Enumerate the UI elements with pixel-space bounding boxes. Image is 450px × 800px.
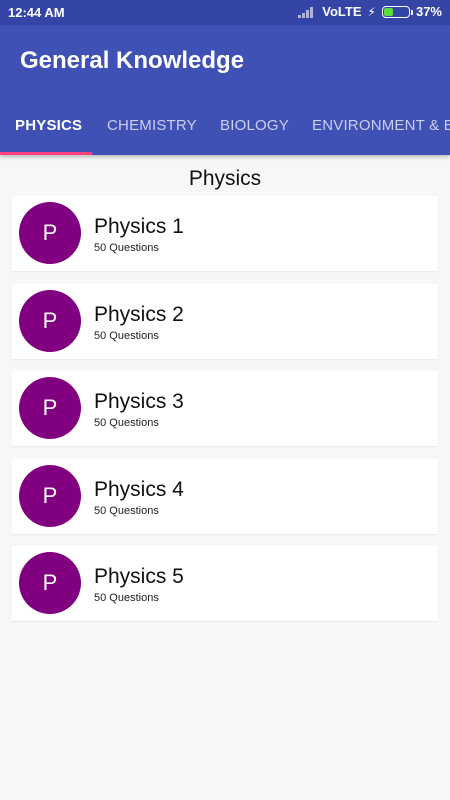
item-title: Physics 4 <box>94 477 184 501</box>
list-item[interactable]: P Physics 1 50 Questions <box>12 196 438 271</box>
avatar: P <box>19 464 81 527</box>
avatar: P <box>19 289 81 352</box>
battery-fill <box>383 7 393 16</box>
tab-bar: PHYSICS CHEMISTRY BIOLOGY ENVIRONMENT & … <box>0 105 450 155</box>
signal-icon <box>298 6 316 18</box>
item-subtitle: 50 Questions <box>94 242 159 254</box>
tab-environment[interactable]: ENVIRONMENT & EC <box>312 117 450 134</box>
item-subtitle: 50 Questions <box>94 592 159 604</box>
tab-physics[interactable]: PHYSICS <box>15 117 82 134</box>
item-subtitle: 50 Questions <box>94 417 159 429</box>
item-title: Physics 5 <box>94 565 184 588</box>
battery-icon <box>381 5 413 18</box>
item-title: Physics 1 <box>94 215 184 238</box>
item-subtitle: 50 Questions <box>94 329 159 342</box>
battery-percent: 37% <box>415 4 442 19</box>
avatar: P <box>19 377 81 439</box>
list-item[interactable]: P Physics 2 50 Questions <box>12 283 438 359</box>
tab-biology[interactable]: BIOLOGY <box>220 117 289 134</box>
list-item[interactable]: P Physics 5 50 Questions <box>12 546 438 621</box>
item-title: Physics 2 <box>94 302 184 326</box>
charging-icon: ⚡ <box>367 4 376 19</box>
tab-chemistry[interactable]: CHEMISTRY <box>107 117 197 134</box>
list-item[interactable]: P Physics 4 50 Questions <box>12 458 438 534</box>
section-title: Physics <box>188 167 262 190</box>
network-label: VoLTE <box>322 4 362 19</box>
avatar: P <box>19 552 81 614</box>
tab-indicator <box>0 152 92 155</box>
item-subtitle: 50 Questions <box>94 504 159 517</box>
status-bar: 12:44 AM VoLTE ⚡ 37% <box>0 0 450 25</box>
list-item[interactable]: P Physics 3 50 Questions <box>12 371 438 446</box>
status-time: 12:44 AM <box>8 5 65 20</box>
app-title: General Knowledge <box>20 47 245 74</box>
avatar: P <box>19 202 81 264</box>
app-bar: General Knowledge PHYSICS CHEMISTRY BIOL… <box>0 25 450 155</box>
item-title: Physics 3 <box>94 390 184 413</box>
quiz-list: P Physics 1 50 Questions P Physics 2 50 … <box>12 196 438 634</box>
status-icons: VoLTE ⚡ 37% <box>298 4 442 19</box>
